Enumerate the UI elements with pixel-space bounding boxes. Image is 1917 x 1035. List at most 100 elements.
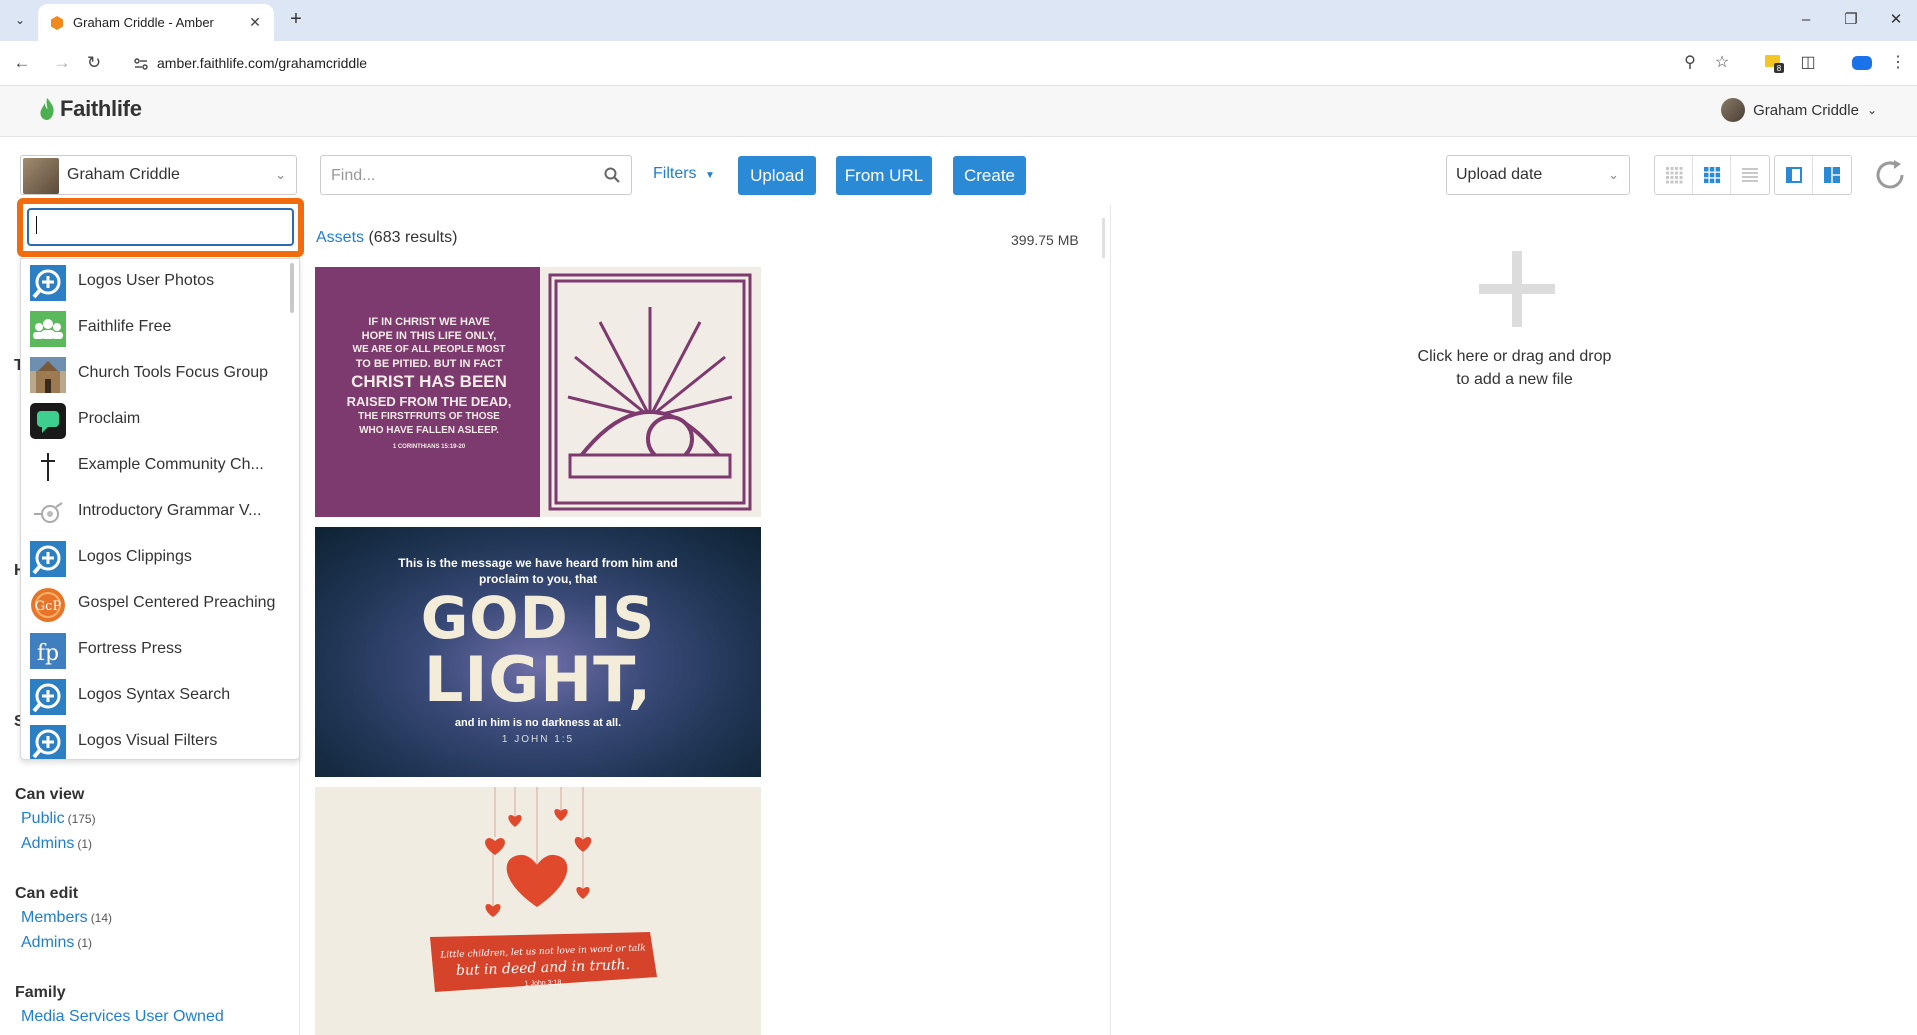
total-size: 399.75 MB xyxy=(1011,232,1079,248)
upload-hint: Click here or drag and drop to add a new… xyxy=(1112,345,1917,391)
proclaim-icon xyxy=(30,403,66,439)
user-menu[interactable]: Graham Criddle ⌄ xyxy=(1721,98,1877,122)
small-grid-view-button[interactable] xyxy=(1655,156,1693,194)
dropdown-item-label: Logos Clippings xyxy=(78,548,192,565)
gcp-icon: GcP xyxy=(30,587,66,623)
dropdown-search-highlight xyxy=(17,198,304,257)
account-select[interactable]: Graham Criddle ⌄ xyxy=(20,155,297,195)
asset-thumbnail[interactable]: IF IN CHRIST WE HAVE HOPE IN THIS LIFE O… xyxy=(315,267,761,517)
faithlife-logo[interactable]: Faithlife xyxy=(38,96,142,122)
from-url-button[interactable]: From URL xyxy=(836,156,932,195)
find-input[interactable] xyxy=(329,165,589,187)
dropdown-item[interactable]: Church Tools Focus Group xyxy=(21,351,289,397)
extension-folder-icon[interactable]: 8 xyxy=(1762,51,1786,75)
dropdown-item[interactable]: Logos Syntax Search xyxy=(21,673,289,719)
split-layout-button[interactable] xyxy=(1775,156,1813,194)
avatar xyxy=(1721,98,1746,122)
tab-list-chevron-icon[interactable]: ⌄ xyxy=(8,9,32,31)
results-count: (683 results) xyxy=(368,229,458,246)
extension-folder-svg: 8 xyxy=(1765,55,1784,73)
dropdown-item[interactable]: Example Community Ch... xyxy=(21,443,289,489)
dropdown-item[interactable]: Logos Clippings xyxy=(21,535,289,581)
dropdown-scrollbar[interactable] xyxy=(290,263,294,313)
verse-reference: 1 CORINTHIANS 15:19-20 xyxy=(392,444,466,450)
can-view-section: Can view Public (175) Admins (1) xyxy=(15,786,96,860)
artwork-panel xyxy=(540,267,761,517)
quad-layout-icon xyxy=(1824,167,1840,183)
sidebar-item-label: Members xyxy=(21,909,88,926)
upload-drop-zone[interactable]: Click here or drag and drop to add a new… xyxy=(1112,205,1917,1035)
tab-close-icon[interactable]: ✕ xyxy=(246,13,264,31)
plus-icon xyxy=(1479,251,1555,327)
browser-tab[interactable]: Graham Criddle - Amber ✕ xyxy=(38,4,274,41)
dropdown-item[interactable]: Logos User Photos xyxy=(21,259,289,305)
account-avatar xyxy=(23,158,59,194)
sidebar-item-admins[interactable]: Admins (1) xyxy=(21,934,112,952)
dropdown-item-label: Gospel Centered Preaching xyxy=(78,594,276,611)
refresh-icon[interactable] xyxy=(1872,157,1908,193)
zoom-icon[interactable]: ⚲ xyxy=(1678,51,1702,75)
dropdown-item-label: Logos Visual Filters xyxy=(78,732,218,749)
quad-layout-button[interactable] xyxy=(1813,156,1851,194)
asset-thumbnail[interactable]: This is the message we have heard from h… xyxy=(315,527,761,777)
verse-line: RAISED FROM THE DEAD, xyxy=(346,394,512,409)
logos-icon xyxy=(30,265,66,301)
forward-icon[interactable]: → xyxy=(50,51,74,75)
logos-icon xyxy=(30,541,66,577)
verse-line: IF IN CHRIST WE HAVE xyxy=(368,316,490,328)
small-grid-icon xyxy=(1665,167,1682,184)
dropdown-item[interactable]: Proclaim xyxy=(21,397,289,443)
dropdown-item[interactable]: Faithlife Free xyxy=(21,305,289,351)
back-icon[interactable]: ← xyxy=(10,51,34,75)
close-window-icon[interactable]: ✕ xyxy=(1876,8,1916,32)
filters-label: Filters xyxy=(653,165,697,182)
sort-label: Upload date xyxy=(1456,166,1543,183)
sort-select[interactable]: Upload date ⌄ xyxy=(1446,155,1630,195)
empty-tomb-artwork xyxy=(548,273,752,511)
dropdown-item-label: Fortress Press xyxy=(78,640,183,657)
bookmark-star-icon[interactable]: ☆ xyxy=(1710,51,1734,75)
verse-headline: GOD IS xyxy=(420,584,656,652)
create-button[interactable]: Create xyxy=(953,156,1026,195)
dropdown-item-label: Logos Syntax Search xyxy=(78,686,231,703)
sidebar-item-admins[interactable]: Admins (1) xyxy=(21,835,96,853)
browser-menu-icon[interactable]: ⋮ xyxy=(1886,51,1910,75)
asset-thumbnail[interactable]: Little children, let us not love in word… xyxy=(315,787,761,1035)
cross-icon xyxy=(30,449,66,485)
search-icon[interactable] xyxy=(603,166,621,184)
verse-intro: This is the message we have heard from h… xyxy=(398,556,678,586)
verse-line: WHO HAVE FALLEN ASLEEP. xyxy=(359,425,499,436)
restore-icon[interactable]: ❐ xyxy=(1831,8,1871,32)
dropdown-item[interactable]: Introductory Grammar V... xyxy=(21,489,289,535)
pane-resize-handle[interactable] xyxy=(1102,218,1105,258)
medium-grid-view-button[interactable] xyxy=(1693,156,1731,194)
sidebar-item-label: Public xyxy=(21,810,65,827)
site-info-icon[interactable] xyxy=(132,55,150,73)
count-badge: (175) xyxy=(67,812,96,826)
view-size-group xyxy=(1654,155,1770,195)
grammar-icon xyxy=(30,495,66,531)
sidebar-item-media-services[interactable]: Media Services User Owned xyxy=(21,1008,224,1026)
sidebar-item-members[interactable]: Members (14) xyxy=(21,909,112,927)
dropdown-item[interactable]: Logos Visual Filters xyxy=(21,719,289,759)
reload-icon[interactable]: ↻ xyxy=(82,51,106,75)
hearts-artwork xyxy=(430,787,657,992)
dropdown-item-label: Faithlife Free xyxy=(78,318,172,335)
new-tab-icon[interactable]: + xyxy=(284,8,308,32)
dropdown-item[interactable]: fp Fortress Press xyxy=(21,627,289,673)
dropdown-search-input[interactable] xyxy=(27,208,294,246)
extensions-puzzle-icon[interactable]: ◫ xyxy=(1796,51,1820,75)
address-bar[interactable]: amber.faithlife.com/grahamcriddle xyxy=(124,48,1724,80)
list-view-button[interactable] xyxy=(1731,156,1769,194)
sidebar-item-public[interactable]: Public (175) xyxy=(21,810,96,828)
verse-headline: LIGHT, xyxy=(423,643,653,716)
dropdown-item[interactable]: GcP Gospel Centered Preaching xyxy=(21,581,289,627)
user-name: Graham Criddle xyxy=(1753,101,1859,119)
assets-link[interactable]: Assets xyxy=(316,229,364,246)
verse-line: WE ARE OF ALL PEOPLE MOST xyxy=(352,344,506,355)
upload-button[interactable]: Upload xyxy=(738,156,816,195)
find-field[interactable] xyxy=(320,155,632,195)
profile-icon[interactable] xyxy=(1850,51,1874,75)
minimize-icon[interactable]: – xyxy=(1786,8,1826,32)
filters-button[interactable]: Filters ▼ xyxy=(653,165,715,183)
